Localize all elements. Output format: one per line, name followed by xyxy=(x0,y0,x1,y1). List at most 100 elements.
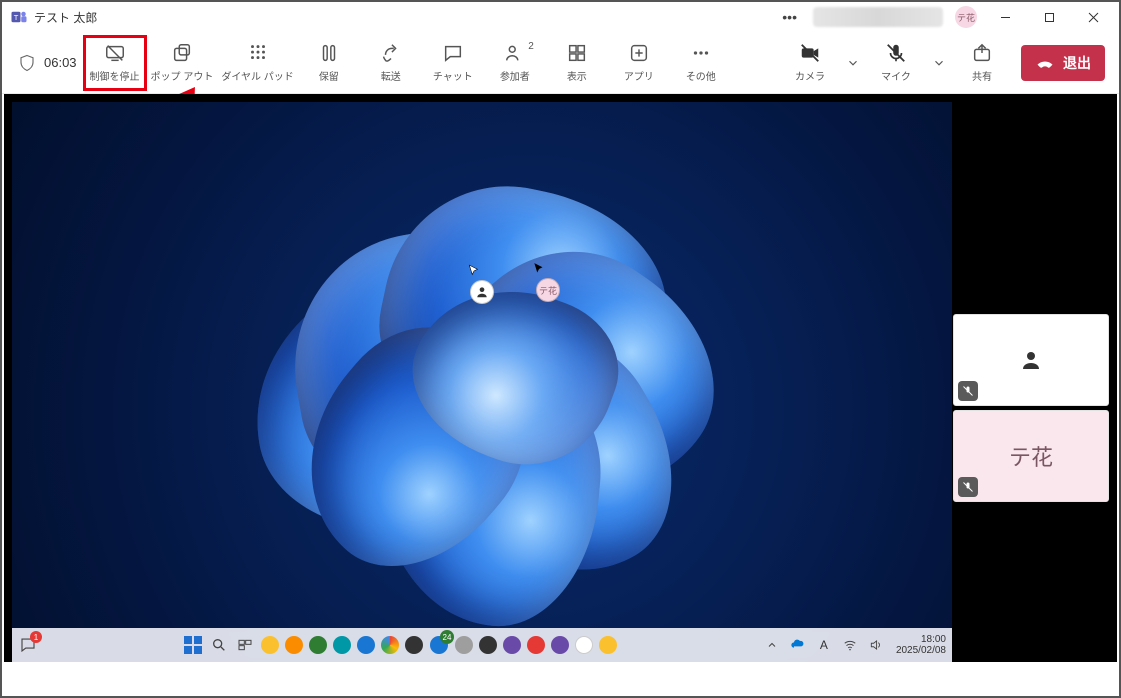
app-icon-9[interactable] xyxy=(575,636,593,654)
shared-screen[interactable]: テ花 1 xyxy=(12,102,952,662)
participants-button[interactable]: 2 参加者 xyxy=(484,35,546,91)
task-view-icon[interactable] xyxy=(235,635,255,655)
view-label: 表示 xyxy=(567,68,587,83)
dialpad-icon xyxy=(247,42,269,64)
popout-label: ポップ アウト xyxy=(151,68,214,83)
teams-taskbar-icon[interactable] xyxy=(551,636,569,654)
view-icon xyxy=(566,42,588,64)
remote-user2-avatar: テ花 xyxy=(536,278,560,302)
apps-button[interactable]: アプリ xyxy=(608,35,670,91)
start-button[interactable] xyxy=(183,635,203,655)
teams-app-icon: T xyxy=(10,8,28,26)
stop-control-icon xyxy=(104,42,126,64)
app-icon-8[interactable] xyxy=(527,636,545,654)
stop-control-label: 制御を停止 xyxy=(90,68,140,83)
taskbar-clock[interactable]: 18:00 2025/02/08 xyxy=(896,634,946,656)
dialpad-button[interactable]: ダイヤル パッド xyxy=(217,35,297,91)
mute-badge-icon xyxy=(958,477,978,497)
taskbar-time: 18:00 xyxy=(896,634,946,645)
window-close-button[interactable] xyxy=(1071,2,1115,32)
lrc-icon[interactable] xyxy=(479,636,497,654)
titlebar: T テスト 太郎 ••• テ花 xyxy=(2,2,1119,32)
windows-bloom-wallpaper xyxy=(174,102,714,630)
share-icon xyxy=(971,42,993,64)
volume-icon[interactable] xyxy=(866,635,886,655)
app-icon-7[interactable] xyxy=(503,636,521,654)
ime-indicator[interactable]: A xyxy=(814,635,834,655)
app-icon-4[interactable] xyxy=(405,636,423,654)
mic-off-icon xyxy=(885,42,907,64)
transfer-label: 転送 xyxy=(381,68,401,83)
participant-tiles: テ花 xyxy=(953,314,1109,502)
search-icon[interactable] xyxy=(209,635,229,655)
chrome-icon[interactable] xyxy=(381,636,399,654)
camera-button[interactable]: カメラ xyxy=(779,35,841,91)
mute-badge-icon xyxy=(958,381,978,401)
leave-button[interactable]: 退出 xyxy=(1021,45,1105,81)
chat-label: チャット xyxy=(433,68,473,83)
app-icon-5[interactable]: 24 xyxy=(429,635,449,655)
popout-button[interactable]: ポップ アウト xyxy=(147,35,218,91)
cursor-icon xyxy=(532,262,546,276)
app-icon-3[interactable] xyxy=(333,636,351,654)
participants-icon: 2 xyxy=(504,42,526,64)
wifi-icon[interactable] xyxy=(840,635,860,655)
more-button[interactable]: その他 xyxy=(670,35,732,91)
participant-avatar-label: テ花 xyxy=(1009,440,1053,472)
participant-tile-1[interactable] xyxy=(953,314,1109,406)
participant-avatar-icon xyxy=(1010,339,1052,381)
chat-button[interactable]: チャット xyxy=(422,35,484,91)
transfer-icon xyxy=(380,42,402,64)
mic-chevron[interactable] xyxy=(927,56,951,70)
participants-count: 2 xyxy=(528,41,534,52)
share-button[interactable]: 共有 xyxy=(951,35,1013,91)
edge-icon[interactable] xyxy=(357,636,375,654)
shield-icon xyxy=(18,54,38,72)
view-button[interactable]: 表示 xyxy=(546,35,608,91)
camera-label: カメラ xyxy=(795,68,825,83)
tray-chevron-icon[interactable] xyxy=(762,635,782,655)
hold-button[interactable]: 保留 xyxy=(298,35,360,91)
chat-icon xyxy=(442,42,464,64)
camera-off-icon xyxy=(799,42,821,64)
hangup-icon xyxy=(1035,53,1055,73)
camera-chevron[interactable] xyxy=(841,56,865,70)
window-maximize-button[interactable] xyxy=(1027,2,1071,32)
participant-tile-2[interactable]: テ花 xyxy=(953,410,1109,502)
taskbar-date: 2025/02/08 xyxy=(896,645,946,656)
mic-button[interactable]: マイク xyxy=(865,35,927,91)
notif-badge: 1 xyxy=(30,631,42,643)
window-title: テスト 太郎 xyxy=(34,9,97,26)
onedrive-icon[interactable] xyxy=(788,635,808,655)
window-minimize-button[interactable] xyxy=(983,2,1027,32)
participants-label: 参加者 xyxy=(500,68,530,83)
account-picker[interactable] xyxy=(813,7,943,27)
app-icon-1[interactable] xyxy=(285,636,303,654)
more-label: その他 xyxy=(686,68,716,83)
app-icon-2[interactable] xyxy=(309,636,327,654)
more-options-button[interactable]: ••• xyxy=(772,9,807,25)
stop-control-button[interactable]: 制御を停止 xyxy=(83,35,147,91)
call-toolbar: 06:03 制御を停止 ポップ アウト ダイヤル パッド 保留 xyxy=(2,32,1119,94)
dialpad-label: ダイヤル パッド xyxy=(221,68,293,83)
apps-label: アプリ xyxy=(624,68,654,83)
apps-icon xyxy=(628,42,650,64)
svg-text:T: T xyxy=(14,13,19,22)
call-content: テ花 1 xyxy=(4,94,1117,662)
app-icon-6[interactable] xyxy=(455,636,473,654)
hold-label: 保留 xyxy=(319,68,339,83)
app-icon-10[interactable] xyxy=(599,636,617,654)
cursor-icon xyxy=(467,264,481,278)
remote-user1-avatar xyxy=(470,280,494,304)
chat-notif-icon[interactable]: 1 xyxy=(18,635,38,655)
call-timer: 06:03 xyxy=(44,55,77,70)
transfer-button[interactable]: 転送 xyxy=(360,35,422,91)
popout-icon xyxy=(171,42,193,64)
share-label: 共有 xyxy=(972,68,992,83)
more-icon xyxy=(690,42,712,64)
mic-label: マイク xyxy=(881,68,911,83)
hold-icon xyxy=(318,42,340,64)
titlebar-avatar[interactable]: テ花 xyxy=(955,6,977,28)
explorer-icon[interactable] xyxy=(261,636,279,654)
leave-label: 退出 xyxy=(1063,53,1091,73)
